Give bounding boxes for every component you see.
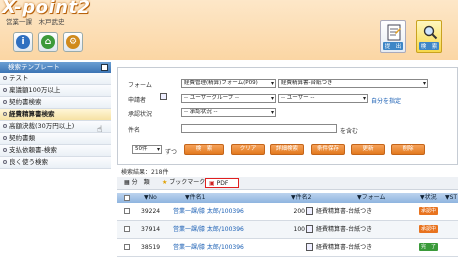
applicant-picker-icon[interactable] [160,93,167,100]
search-submit-button[interactable]: 検 索 [184,144,224,155]
save-condition-button[interactable]: 条件保存 [311,144,345,155]
sidebar-item-2[interactable]: 契約書検索 [0,97,111,109]
search-label: 検 索 [419,42,439,50]
user-group-select[interactable]: -- ユーザーグループ -- [181,94,276,103]
self-specify-link[interactable]: 自分を指定 [371,96,401,105]
table-row[interactable]: 37914 営業一課/膝 太郎/100396 100 経費精算書-台紙つき 承認… [117,221,458,239]
row-title2: 100 [293,226,305,233]
result-count: 検索結果：218件 [121,169,169,176]
home-icon: ⌂ [41,35,55,49]
document-icon [387,24,401,41]
row-no: 38519 [141,244,161,251]
category-button[interactable]: ▦ 分 類 [121,178,153,188]
info-icon: i [16,35,30,49]
row-form: 経費精算書-台紙つき [316,226,373,233]
sidebar-item-5[interactable]: 契約書類 [0,133,111,145]
col-status[interactable]: ▼状況 [420,193,437,203]
row-title1[interactable]: 営業一課/膝 太郎/100396 [173,221,244,238]
sidebar-item-3[interactable]: 経費精算書検索 [0,109,111,121]
col-st[interactable]: ▼ST [445,193,457,203]
sidebar-header: 検索テンプレート [0,62,111,73]
approval-status-label: 承認状況 [128,111,153,118]
row-checkbox[interactable] [124,226,130,232]
collapse-icon[interactable] [101,64,108,71]
result-toolbar: ▦ 分 類 ★ ブックマーク ▣ PDF [117,177,458,190]
bookmark-button[interactable]: ★ ブックマーク [159,178,208,188]
select-all-checkbox[interactable] [124,195,130,201]
subject-input[interactable] [181,124,337,133]
pdf-icon: ▣ [209,180,217,187]
document-icon [306,225,313,233]
row-title1[interactable]: 営業一課/膝 太郎/100396 [173,239,244,256]
clear-button[interactable]: クリア [231,144,265,155]
pdf-label: PDF [216,180,229,187]
document-icon [306,207,313,215]
status-badge: 承認中 [419,207,439,215]
advanced-search-button[interactable]: 詳細検索 [270,144,304,155]
row-form: 経費精算書-台紙つき [316,208,373,215]
form-label: フォーム [128,82,152,89]
search-button[interactable]: 検 索 [416,20,442,53]
hand-cursor-icon: ☝ [97,125,103,135]
settings-button[interactable]: ⚙ [63,32,83,52]
delete-button[interactable]: 削除 [391,144,425,155]
col-form[interactable]: ▼フォーム [357,193,385,203]
subject-label: 件名 [128,127,141,134]
update-button[interactable]: 更新 [351,144,385,155]
sidebar-item-7[interactable]: 良く使う検索 [0,157,111,169]
form-name-select[interactable]: 経費精算書-台紙つき [278,79,428,88]
applicant-label: 申請者 [128,97,147,104]
main-panel: フォーム 経費管理(精算)フォーム(P09) 経費精算書-台紙つき 申請者 --… [117,62,458,265]
per-page-select[interactable]: 50件 [132,145,162,154]
row-form: 経費精算書-台紙つき [316,244,373,251]
search-template-sidebar: 検索テンプレート テスト 稟議額100万以上 契約書検索 経費精算書検索 高額決… [0,62,111,265]
col-title2[interactable]: ▼件名2 [291,193,311,203]
app-header: X-point2 営業一課 木戸武史 i ⌂ ⚙ 提 出 検 索 [0,0,458,60]
form-category-select[interactable]: 経費管理(精算)フォーム(P09) [181,79,276,88]
row-checkbox[interactable] [124,208,130,214]
row-checkbox[interactable] [124,244,130,250]
bookmark-label: ブックマーク [169,179,206,186]
row-no: 39224 [141,208,161,215]
sidebar-item-0[interactable]: テスト [0,73,111,85]
search-form: フォーム 経費管理(精算)フォーム(P09) 経費精算書-台紙つき 申請者 --… [117,67,458,165]
sidebar-item-1[interactable]: 稟議額100万以上 [0,85,111,97]
submit-button[interactable]: 提 出 [380,20,406,53]
approval-status-select[interactable]: -- 承認状況 -- [181,108,276,117]
col-title1[interactable]: ▼件名1 [185,193,205,203]
row-no: 37914 [141,226,161,233]
submit-label: 提 出 [383,42,403,50]
user-select[interactable]: -- ユーザー -- [278,94,368,103]
contains-text: を含む [340,128,359,135]
pdf-button[interactable]: ▣ PDF [205,178,239,188]
sidebar-item-6[interactable]: 支払依頼書-検索 [0,145,111,157]
sidebar-item-4[interactable]: 高額決裁(30万円以上) [0,121,111,133]
table-header: ▼No ▼件名1 ▼件名2 ▼フォーム ▼状況 ▼ST [117,193,458,203]
table-icon: ▦ [124,179,132,186]
row-title1[interactable]: 営業一課/膝 太郎/100396 [173,203,244,220]
row-title2: 200 [293,208,305,215]
table-row[interactable]: 39224 営業一課/膝 太郎/100396 200 経費精算書-台紙つき 承認… [117,203,458,221]
sidebar-title: 検索テンプレート [8,63,60,71]
document-icon [306,243,313,251]
col-no[interactable]: ▼No [144,193,157,203]
home-button[interactable]: ⌂ [38,32,58,52]
status-badge: 完 了 [419,243,439,251]
user-info: 営業一課 木戸武史 [6,18,65,26]
magnifier-icon [423,25,438,40]
category-label: 分 類 [131,179,150,186]
table-row[interactable]: 38519 営業一課/膝 太郎/100396 経費精算書-台紙つき 完 了 [117,239,458,257]
settings-icon: ⚙ [66,35,80,49]
per-page-text: ずつ [165,149,178,156]
info-button[interactable]: i [13,32,33,52]
status-badge: 承認中 [419,225,439,233]
